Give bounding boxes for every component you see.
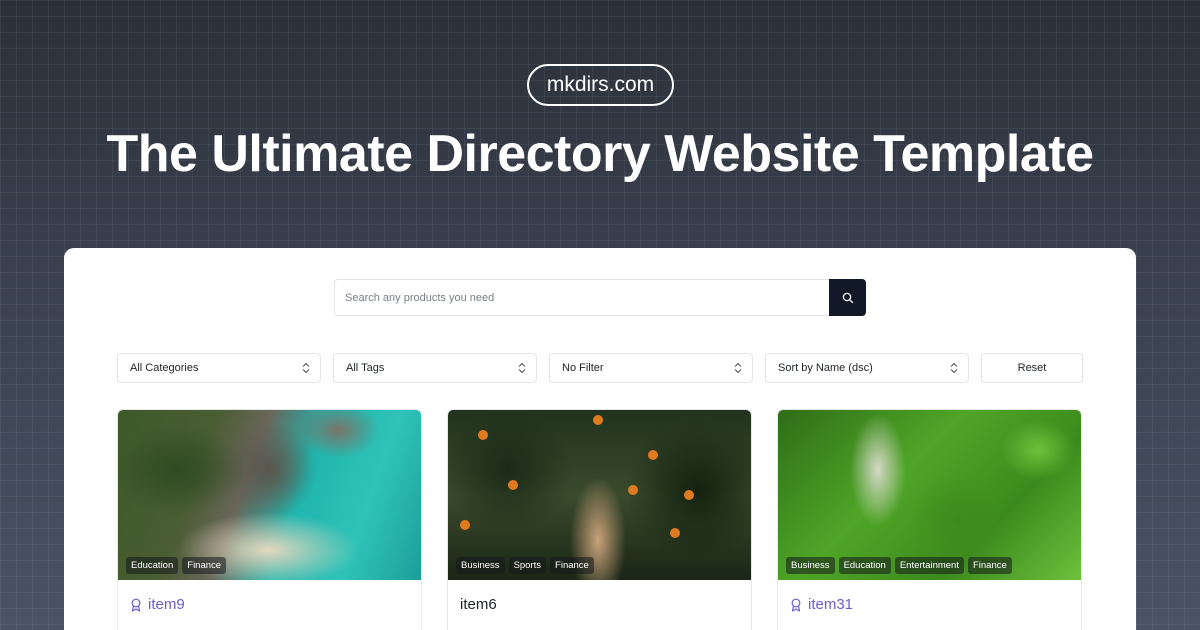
item-title[interactable]: item6 — [460, 596, 497, 613]
search-button[interactable] — [829, 279, 866, 316]
item-title[interactable]: item31 — [790, 596, 853, 613]
filter-select-label: No Filter — [562, 362, 604, 374]
tag-badge[interactable]: Business — [456, 557, 505, 574]
page-headline: The Ultimate Directory Website Template — [106, 125, 1094, 183]
item-image: Education Finance — [118, 410, 421, 580]
item-image: Business Sports Finance — [448, 410, 751, 580]
tags-select[interactable]: All Tags — [333, 353, 537, 383]
tags-select-label: All Tags — [346, 362, 385, 374]
item-title-text: item31 — [808, 596, 854, 613]
sort-select-label: Sort by Name (dsc) — [778, 362, 873, 374]
category-select[interactable]: All Categories — [117, 353, 321, 383]
chevron-updown-icon — [518, 362, 526, 374]
item-tags: Business Sports Finance — [456, 557, 594, 574]
search-icon — [842, 292, 853, 303]
tag-badge[interactable]: Finance — [550, 557, 594, 574]
item-tags: Education Finance — [126, 557, 227, 574]
search-bar — [334, 279, 866, 316]
chevron-updown-icon — [950, 362, 958, 374]
tag-badge[interactable]: Education — [126, 557, 179, 574]
award-icon — [131, 598, 141, 612]
tag-badge[interactable]: Finance — [182, 557, 227, 574]
tag-badge[interactable]: Sports — [508, 557, 547, 574]
tag-badge[interactable]: Education — [838, 557, 891, 574]
directory-panel: All Categories All Tags No Filter Sort b… — [64, 248, 1136, 630]
category-select-label: All Categories — [130, 362, 199, 374]
item-tags: Business Education Entertainment Finance — [786, 557, 1012, 574]
item-card[interactable]: Business Sports Finance item6 — [447, 409, 752, 630]
item-card[interactable]: Business Education Entertainment Finance… — [777, 409, 1082, 630]
item-image: Business Education Entertainment Finance — [778, 410, 1081, 580]
chevron-updown-icon — [734, 362, 742, 374]
tag-badge[interactable]: Business — [786, 557, 835, 574]
tag-badge[interactable]: Entertainment — [894, 557, 964, 574]
filter-select[interactable]: No Filter — [549, 353, 753, 383]
search-input[interactable] — [334, 279, 829, 316]
sort-select[interactable]: Sort by Name (dsc) — [765, 353, 969, 383]
award-icon — [791, 598, 801, 612]
item-title-text: item6 — [460, 596, 497, 613]
item-title-text: item9 — [148, 596, 185, 613]
reset-button[interactable]: Reset — [981, 353, 1083, 383]
item-title[interactable]: item9 — [130, 596, 185, 613]
tag-badge[interactable]: Finance — [967, 557, 1012, 574]
chevron-updown-icon — [302, 362, 310, 374]
item-card[interactable]: Education Finance item9 — [117, 409, 422, 630]
brand-badge: mkdirs.com — [527, 64, 674, 106]
